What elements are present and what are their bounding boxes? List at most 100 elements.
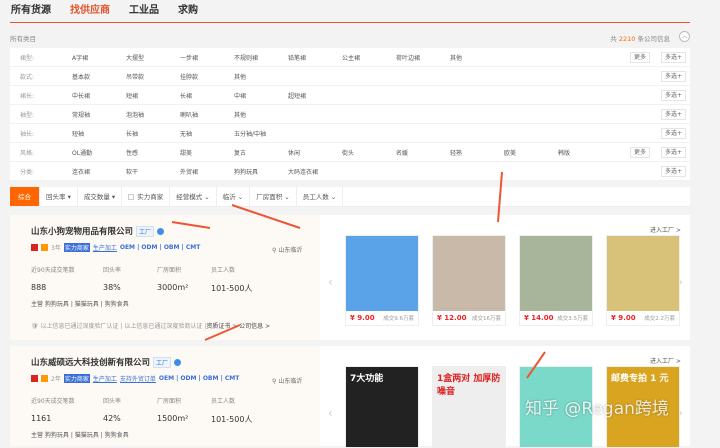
product-card[interactable]: ¥ 9.00成交9.6万套: [345, 235, 419, 326]
service-link[interactable]: 支持外贸订单: [120, 374, 156, 383]
filter-option[interactable]: OL通勤: [72, 148, 126, 157]
enter-factory-link[interactable]: 进入工厂 >: [650, 225, 681, 234]
product-image[interactable]: [607, 236, 679, 311]
tab-suppliers[interactable]: 找供应商: [70, 4, 110, 22]
filter-option[interactable]: 基本款: [72, 72, 126, 81]
filter-option[interactable]: 欧美: [504, 148, 558, 157]
filter-option[interactable]: 狗狗玩具: [234, 167, 288, 176]
product-image[interactable]: [520, 236, 592, 311]
carousel-prev-icon[interactable]: ‹: [328, 275, 333, 289]
company-info: 山东威硕远大科技创新有限公司工厂2年实力商家生产加工支持外贸订单OEM | OD…: [10, 346, 320, 446]
sort-option[interactable]: 成交数量 ▾: [78, 187, 122, 206]
company-name[interactable]: 山东小狗宠物用品有限公司: [31, 225, 133, 237]
filter-option[interactable]: 荷叶边裙: [396, 53, 450, 62]
service-link[interactable]: 生产加工: [93, 243, 117, 252]
filter-option[interactable]: 无袖: [180, 129, 234, 138]
filter-label: 袖型:: [10, 110, 72, 119]
sort-option[interactable]: 临沂 ⌄: [217, 187, 251, 206]
filter-option[interactable]: 甜美: [180, 148, 234, 157]
company-name[interactable]: 山东威硕远大科技创新有限公司: [31, 356, 150, 368]
company-info: 山东小狗宠物用品有限公司工厂3年实力商家生产加工OEM | ODM | OBM …: [10, 215, 320, 340]
medal-icon: [41, 244, 48, 251]
filter-option[interactable]: 大码连衣裙: [288, 167, 342, 176]
stat: 员工人数101-500人: [211, 265, 265, 294]
multi-select-button[interactable]: 多选+: [661, 147, 686, 158]
tab-all-goods[interactable]: 所有货源: [11, 4, 51, 22]
product-image[interactable]: [433, 236, 505, 311]
badge-row: 3年实力商家生产加工OEM | ODM | OBM | CMT: [31, 243, 200, 252]
product-card[interactable]: 1盒两对 加厚防噪音: [432, 366, 506, 448]
filter-option[interactable]: A字裙: [72, 53, 126, 62]
sort-option[interactable]: 实力商家: [122, 187, 170, 206]
service-link[interactable]: 生产加工: [93, 374, 117, 383]
filter-option[interactable]: 一步裙: [180, 53, 234, 62]
checkbox[interactable]: [128, 194, 134, 200]
filter-option[interactable]: 大摆型: [126, 53, 180, 62]
filter-option[interactable]: 韩版: [558, 148, 612, 157]
carousel-prev-icon[interactable]: ‹: [328, 406, 333, 420]
filter-option[interactable]: 其他: [234, 110, 288, 119]
product-card[interactable]: ¥ 9.00成交2.2万套: [606, 235, 680, 326]
stat: 近90天成交笔数1161: [31, 396, 103, 425]
filter-option[interactable]: 中长裙: [72, 91, 126, 100]
more-dropdown-button[interactable]: 更多: [630, 147, 650, 158]
oem-tags: OEM | ODM | OBM | CMT: [159, 375, 239, 382]
filter-option[interactable]: 挂脖款: [180, 72, 234, 81]
product-image[interactable]: [346, 236, 418, 311]
sort-option[interactable]: 回头率 ▾: [40, 187, 78, 206]
enter-factory-link[interactable]: 进入工厂 >: [650, 356, 681, 365]
filter-option[interactable]: 五分袖/中袖: [234, 129, 288, 138]
filter-option[interactable]: 吊带款: [126, 72, 180, 81]
filter-option[interactable]: 超短裙: [288, 91, 342, 100]
multi-select-button[interactable]: 多选+: [661, 71, 686, 82]
cert-link[interactable]: 资质证书 >: [206, 323, 237, 330]
filter-option[interactable]: 复古: [234, 148, 288, 157]
sort-option[interactable]: 厂房面积 ⌄: [250, 187, 297, 206]
filter-option[interactable]: 软干: [126, 167, 180, 176]
product-image[interactable]: 7大功能: [346, 367, 418, 447]
sort-option[interactable]: 综合: [10, 187, 40, 206]
product-card[interactable]: 7大功能: [345, 366, 419, 448]
filter-option[interactable]: 其他: [234, 72, 288, 81]
filter-option[interactable]: 常规袖: [72, 110, 126, 119]
filter-option[interactable]: 中裙: [234, 91, 288, 100]
filter-option[interactable]: 其他: [450, 53, 504, 62]
product-caption: 1盒两对 加厚防噪音: [437, 374, 500, 397]
multi-select-button[interactable]: 多选+: [661, 166, 686, 177]
filter-option[interactable]: 长裙: [180, 91, 234, 100]
multi-select-button[interactable]: 多选+: [661, 128, 686, 139]
filter-option[interactable]: 名媛: [396, 148, 450, 157]
product-card[interactable]: ¥ 12.00成交16万套: [432, 235, 506, 326]
filter-row: 款式:基本款吊带款挂脖款其他多选+: [10, 67, 690, 86]
collapse-chevron-up-icon[interactable]: ︿: [679, 31, 690, 42]
filter-option[interactable]: 外贸裙: [180, 167, 234, 176]
filter-option[interactable]: 喇叭袖: [180, 110, 234, 119]
company-info-link[interactable]: 公司信息 >: [239, 323, 270, 330]
filter-option[interactable]: 街头: [342, 148, 396, 157]
sort-option[interactable]: 经营模式 ⌄: [170, 187, 217, 206]
filter-option[interactable]: 不规则裙: [234, 53, 288, 62]
more-dropdown-button[interactable]: 更多: [630, 52, 650, 63]
stat-label: 回头率: [103, 396, 157, 405]
multi-select-button[interactable]: 多选+: [661, 90, 686, 101]
product-card[interactable]: ¥ 14.00成交3.5万套: [519, 235, 593, 326]
filter-option[interactable]: 连衣裙: [72, 167, 126, 176]
filter-option[interactable]: 短袖: [72, 129, 126, 138]
filter-option[interactable]: 性感: [126, 148, 180, 157]
filter-option[interactable]: 泡泡袖: [126, 110, 180, 119]
all-categories-link[interactable]: 所有类目: [10, 33, 36, 43]
tab-industrial[interactable]: 工业品: [129, 4, 159, 22]
filter-option[interactable]: 铅笔裙: [288, 53, 342, 62]
strength-badge: 实力商家: [64, 243, 90, 252]
filter-option[interactable]: 休闲: [288, 148, 342, 157]
sort-option[interactable]: 员工人数 ⌄: [297, 187, 344, 206]
stat-label: 近90天成交笔数: [31, 265, 103, 274]
filter-option[interactable]: 长袖: [126, 129, 180, 138]
filter-option[interactable]: 短裙: [126, 91, 180, 100]
filter-option[interactable]: 公主裙: [342, 53, 396, 62]
filter-option[interactable]: 轻熟: [450, 148, 504, 157]
multi-select-button[interactable]: 多选+: [661, 52, 686, 63]
product-image[interactable]: 1盒两对 加厚防噪音: [433, 367, 505, 447]
multi-select-button[interactable]: 多选+: [661, 109, 686, 120]
tab-purchase[interactable]: 求购: [178, 4, 198, 22]
